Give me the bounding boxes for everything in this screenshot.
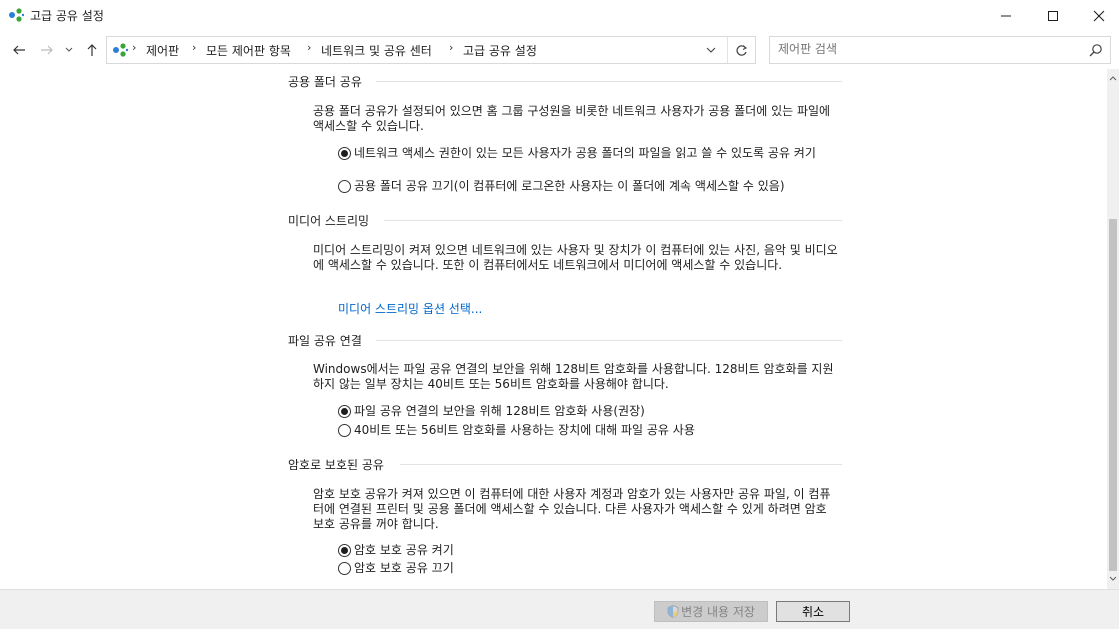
back-button[interactable] [10,41,28,59]
forward-arrow-icon [41,45,53,55]
close-icon [1093,10,1105,21]
maximize-button[interactable] [1030,0,1076,31]
save-changes-button[interactable]: 변경 내용 저장 [654,601,768,622]
address-dropdown-button[interactable] [697,37,725,63]
radio-option-128bit[interactable]: 파일 공유 연결의 보안을 위해 128비트 암호화 사용(권장) [338,404,645,418]
radio-option-public-folder-off[interactable]: 공용 폴더 공유 끄기(이 컴퓨터에 로그온한 사용자는 이 폴더에 계속 액세… [338,179,785,193]
window-title: 고급 공유 설정 [30,9,104,23]
chevron-down-icon [706,47,716,53]
radio-button-selected[interactable] [338,405,351,418]
address-bar[interactable]: › 제어판 › 모든 제어판 항목 › 네트워크 및 공유 센터 › 고급 공유… [106,36,756,64]
chevron-down-icon [1109,576,1117,581]
cancel-label: 취소 [801,605,825,619]
media-streaming-options-link[interactable]: 미디어 스트리밍 옵션 선택... [338,300,482,317]
search-input[interactable] [778,42,1078,56]
radio-button-selected[interactable] [338,544,351,557]
radio-button[interactable] [338,180,351,193]
settings-content: 공용 폴더 공유 공용 폴더 공유가 설정되어 있으면 홈 그룹 구성원을 비롯… [0,69,1107,589]
breadcrumb-separator: › [449,41,454,54]
radio-button-selected[interactable] [338,147,351,160]
breadcrumb-separator: › [307,41,312,54]
breadcrumb-item-advanced-sharing[interactable]: 고급 공유 설정 [463,42,537,59]
section-heading-media-streaming: 미디어 스트리밍 [288,214,370,228]
breadcrumb-item-control-panel[interactable]: 제어판 [146,42,179,59]
network-sharing-icon [113,43,129,57]
radio-button[interactable] [338,562,351,575]
scroll-down-button[interactable] [1107,573,1119,583]
vertical-scrollbar[interactable] [1107,69,1119,589]
refresh-button[interactable] [727,37,755,63]
up-arrow-icon [87,44,97,56]
title-bar: 고급 공유 설정 [0,0,1119,31]
section-description-media-streaming: 미디어 스트리밍이 켜져 있으면 네트워크에 있는 사용자 및 장치가 이 컴퓨… [313,243,838,272]
refresh-icon [736,44,747,56]
search-icon [1089,44,1102,57]
section-description-file-sharing: Windows에서는 파일 공유 연결의 보안을 위해 128비트 암호화를 사… [313,362,834,391]
chevron-up-icon [1109,75,1117,80]
breadcrumb-item-network-center[interactable]: 네트워크 및 공유 센터 [321,42,432,59]
maximize-icon [1048,10,1058,21]
cancel-button[interactable]: 취소 [776,601,850,622]
section-divider [400,464,842,465]
section-divider [384,220,842,221]
scroll-thumb[interactable] [1109,219,1117,571]
radio-option-public-folder-on[interactable]: 네트워크 액세스 권한이 있는 모든 사용자가 공용 폴더의 파일을 읽고 쓸 … [338,146,838,160]
radio-label: 파일 공유 연결의 보안을 위해 128비트 암호화 사용(권장) [354,404,645,418]
breadcrumb-separator: › [132,41,137,54]
network-sharing-icon [9,8,24,22]
section-heading-file-sharing: 파일 공유 연결 [288,334,362,348]
breadcrumb-item-all-items[interactable]: 모든 제어판 항목 [206,42,291,59]
breadcrumb-separator: › [192,41,197,54]
radio-option-password-on[interactable]: 암호 보호 공유 켜기 [338,543,454,557]
radio-label: 공용 폴더 공유 끄기(이 컴퓨터에 로그온한 사용자는 이 폴더에 계속 액세… [354,179,785,193]
back-arrow-icon [13,45,25,55]
radio-label: 암호 보호 공유 끄기 [354,561,454,575]
section-divider [376,340,842,341]
section-heading-password-protected: 암호로 보호된 공유 [288,458,384,472]
section-heading-public-folder: 공용 폴더 공유 [288,75,362,89]
radio-option-40-56bit[interactable]: 40비트 또는 56비트 암호화를 사용하는 장치에 대해 파일 공유 사용 [338,423,695,437]
minimize-button[interactable] [983,0,1029,31]
forward-button[interactable] [38,41,56,59]
section-description-public-folder: 공용 폴더 공유가 설정되어 있으면 홈 그룹 구성원을 비롯한 네트워크 사용… [313,104,831,133]
section-description-password-protected: 암호 보호 공유가 켜져 있으면 이 컴퓨터에 대한 사용자 계정과 암호가 있… [313,487,831,531]
minimize-icon [1001,15,1011,16]
close-button[interactable] [1076,0,1119,31]
save-changes-label: 변경 내용 저장 [681,605,755,619]
radio-button[interactable] [338,424,351,437]
scroll-up-button[interactable] [1107,73,1119,83]
chevron-down-icon [65,47,73,52]
up-button[interactable] [83,41,101,59]
radio-label: 40비트 또는 56비트 암호화를 사용하는 장치에 대해 파일 공유 사용 [354,423,695,437]
recent-locations-button[interactable] [63,41,75,59]
radio-option-password-off[interactable]: 암호 보호 공유 끄기 [338,561,454,575]
section-divider [376,81,842,82]
radio-label: 네트워크 액세스 권한이 있는 모든 사용자가 공용 폴더의 파일을 읽고 쓸 … [354,146,816,160]
footer-bar: 변경 내용 저장 취소 [0,589,1119,629]
uac-shield-icon [667,605,679,618]
radio-label: 암호 보호 공유 켜기 [354,543,454,557]
search-box[interactable] [769,36,1111,64]
